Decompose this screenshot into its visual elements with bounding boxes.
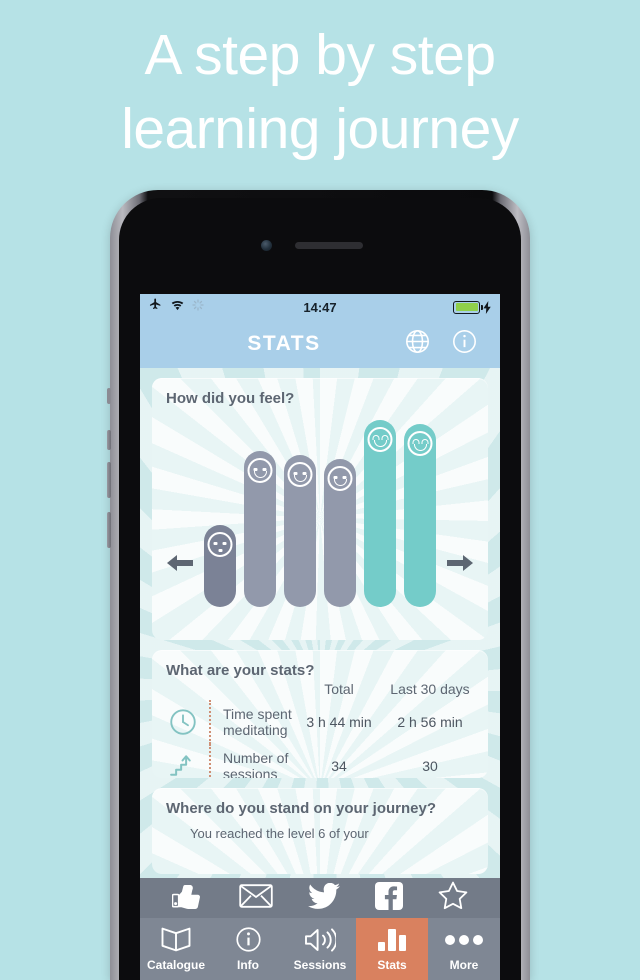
- face-neutral-icon: [207, 532, 233, 557]
- journey-card: Where do you stand on your journey? You …: [152, 788, 488, 874]
- face-smile-icon: [327, 466, 353, 491]
- stats-card-title: What are your stats?: [166, 662, 315, 679]
- stairs-arrow-icon: [162, 751, 204, 778]
- book-icon: [161, 927, 191, 953]
- speaker-icon: [304, 927, 336, 953]
- tab-bar: Catalogue Info Sessions Stats More: [140, 918, 500, 980]
- mood-chart-card: How did you feel?: [152, 378, 488, 640]
- phone-mockup: 14:47 STATS How did you feel? What are y…: [107, 190, 530, 980]
- bar-chart-icon: [378, 927, 406, 953]
- stats-value-total: 34: [331, 758, 347, 774]
- mood-card-title: How did you feel?: [166, 390, 295, 407]
- silent-switch[interactable]: [107, 388, 111, 404]
- star-icon[interactable]: [438, 881, 468, 915]
- stats-column-header-last30: Last 30 days: [390, 681, 470, 697]
- phone-screen: 14:47 STATS How did you feel? What are y…: [140, 294, 500, 980]
- tab-sessions[interactable]: Sessions: [284, 918, 356, 980]
- envelope-icon[interactable]: [239, 883, 273, 913]
- mood-bar[interactable]: [364, 420, 396, 607]
- headline-line-2: learning journey: [121, 97, 519, 161]
- stats-row-label: Number of sessions: [223, 750, 289, 778]
- clock-icon: [162, 707, 204, 737]
- mood-bar[interactable]: [324, 459, 356, 607]
- mood-bar[interactable]: [284, 455, 316, 607]
- journey-level-text: You reached the level 6 of your: [190, 826, 369, 841]
- ellipsis-icon: [445, 927, 483, 953]
- volume-button-minus[interactable]: [107, 512, 111, 548]
- tab-more[interactable]: More: [428, 918, 500, 980]
- tab-info[interactable]: Info: [212, 918, 284, 980]
- share-bar: [140, 878, 500, 918]
- stats-value-last30: 30: [422, 758, 438, 774]
- earpiece-speaker: [295, 242, 363, 249]
- nav-bar: STATS: [140, 320, 500, 368]
- tab-catalogue[interactable]: Catalogue: [140, 918, 212, 980]
- headline-line-1: A step by step: [144, 23, 496, 87]
- mood-bar-chart: [152, 411, 488, 607]
- status-bar: 14:47: [140, 294, 500, 320]
- face-happy-icon: [407, 431, 433, 456]
- thumbs-up-icon[interactable]: [171, 883, 204, 914]
- stats-table: Total Last 30 days Time spentmeditating: [162, 681, 478, 778]
- tab-stats[interactable]: Stats: [356, 918, 428, 980]
- status-bar-time: 14:47: [303, 299, 337, 315]
- stats-column-header-total: Total: [324, 681, 354, 697]
- twitter-icon[interactable]: [307, 882, 340, 914]
- face-smile-icon: [287, 462, 313, 487]
- arrow-left-icon[interactable]: [164, 551, 196, 580]
- facebook-icon[interactable]: [375, 881, 404, 915]
- battery-charging-icon: [453, 300, 483, 314]
- volume-button-up[interactable]: [107, 430, 111, 450]
- stats-card: What are your stats? Total Last 30 days: [152, 650, 488, 778]
- headline: A step by step learning journey: [0, 18, 640, 166]
- content-area[interactable]: How did you feel? What are your stats? T…: [140, 368, 500, 980]
- stats-value-total: 3 h 44 min: [306, 714, 372, 730]
- face-smile-icon: [247, 458, 273, 483]
- face-happy-icon: [367, 427, 393, 452]
- mood-bar[interactable]: [204, 525, 236, 607]
- arrow-right-icon[interactable]: [444, 551, 476, 580]
- phone-bezel: 14:47 STATS How did you feel? What are y…: [119, 198, 521, 980]
- volume-button-plus[interactable]: [107, 462, 111, 498]
- stats-value-last30: 2 h 56 min: [397, 714, 463, 730]
- journey-card-title: Where do you stand on your journey?: [166, 800, 437, 817]
- info-circle-icon: [235, 927, 262, 953]
- mood-bar[interactable]: [244, 451, 276, 607]
- stats-row-label: Time spent meditating: [223, 706, 292, 738]
- page-title: STATS: [247, 332, 321, 355]
- mood-bar[interactable]: [404, 424, 436, 607]
- front-camera: [261, 240, 272, 251]
